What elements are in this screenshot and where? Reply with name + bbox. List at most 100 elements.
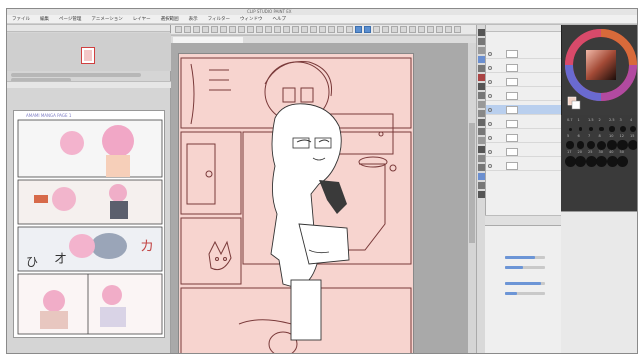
command-button[interactable] <box>301 26 308 33</box>
layer-row[interactable] <box>486 91 562 101</box>
tool-property-row[interactable] <box>563 216 637 223</box>
tool-property-row[interactable] <box>563 280 637 287</box>
brush-size-preset[interactable] <box>588 126 594 132</box>
command-button[interactable] <box>265 26 272 33</box>
tool-property-row[interactable] <box>563 320 637 327</box>
command-button[interactable] <box>391 26 398 33</box>
tool-property-row[interactable] <box>563 232 637 239</box>
layer-row[interactable] <box>486 119 562 129</box>
brush-size-preset[interactable] <box>568 127 572 131</box>
tool-icon[interactable] <box>478 74 485 81</box>
menu-item[interactable]: ファイル <box>7 16 35 22</box>
brush-size-preset[interactable] <box>564 155 576 167</box>
menu-item[interactable]: レイヤー <box>128 16 156 22</box>
tool-property-row[interactable] <box>563 296 637 303</box>
command-button[interactable] <box>418 26 425 33</box>
brush-size-preset[interactable] <box>617 155 628 167</box>
eye-icon[interactable] <box>488 164 492 168</box>
command-button[interactable] <box>238 26 245 33</box>
command-button[interactable] <box>409 26 416 33</box>
menu-item[interactable]: アニメーション <box>86 16 127 22</box>
tool-icon[interactable] <box>478 155 485 162</box>
command-button[interactable] <box>427 26 434 33</box>
tool-property-row[interactable] <box>563 224 637 231</box>
layer-row[interactable] <box>486 161 562 171</box>
tool-property-row[interactable] <box>563 344 637 351</box>
brush-size-preset[interactable] <box>606 155 618 167</box>
brush-size-preset[interactable] <box>596 155 607 167</box>
size-slider[interactable] <box>505 266 545 269</box>
tool-icon[interactable] <box>478 29 485 36</box>
command-button[interactable] <box>436 26 443 33</box>
brush-size-preset[interactable] <box>617 139 628 151</box>
command-button[interactable] <box>220 26 227 33</box>
brush-size-preset[interactable] <box>576 141 585 149</box>
eye-icon[interactable] <box>488 80 492 84</box>
eye-icon[interactable] <box>488 108 492 112</box>
menu-item[interactable]: ページ管理 <box>54 16 86 22</box>
tool-property-row[interactable] <box>563 336 637 343</box>
sub-view-reference[interactable]: AMAMI MANGA PAGE 1 カ オ ひ <box>13 110 165 338</box>
command-button[interactable] <box>184 26 191 33</box>
tool-icon[interactable] <box>478 146 485 153</box>
tool-property-row[interactable] <box>563 248 637 255</box>
eye-icon[interactable] <box>488 136 492 140</box>
command-button[interactable] <box>310 26 317 33</box>
eye-icon[interactable] <box>488 122 492 126</box>
command-button[interactable] <box>355 26 362 33</box>
eye-icon[interactable] <box>488 66 492 70</box>
scrollbar-thumb[interactable] <box>469 123 475 243</box>
command-button[interactable] <box>283 26 290 33</box>
canvas-area[interactable] <box>171 43 476 353</box>
color-wheel[interactable] <box>562 25 638 115</box>
tool-icon[interactable] <box>478 65 485 72</box>
command-button[interactable] <box>445 26 452 33</box>
opacity-slider[interactable] <box>505 256 545 259</box>
tool-icon[interactable] <box>478 164 485 171</box>
command-button[interactable] <box>454 26 461 33</box>
tool-property-row[interactable] <box>563 240 637 247</box>
brush-size-preset[interactable] <box>585 155 597 167</box>
tool-property-row[interactable] <box>563 328 637 335</box>
tool-property-row[interactable] <box>563 312 637 319</box>
brush-size-preset[interactable] <box>578 127 583 131</box>
command-button[interactable] <box>202 26 209 33</box>
command-button[interactable] <box>193 26 200 33</box>
tool-icon[interactable] <box>478 173 485 180</box>
command-button[interactable] <box>400 26 407 33</box>
command-button[interactable] <box>211 26 218 33</box>
command-button[interactable] <box>364 26 371 33</box>
density-slider[interactable] <box>505 282 545 285</box>
layer-row[interactable] <box>486 105 562 115</box>
tool-icon[interactable] <box>478 101 485 108</box>
brush-size-preset[interactable] <box>597 140 606 150</box>
navigator-view[interactable] <box>7 33 171 71</box>
brush-size-preset[interactable] <box>609 126 615 132</box>
menu-item[interactable]: フィルター <box>203 16 235 22</box>
layer-row[interactable] <box>486 49 562 59</box>
layer-row[interactable] <box>486 63 562 73</box>
navigator-zoom-slider[interactable] <box>11 73 141 77</box>
brush-size-preset[interactable] <box>599 126 604 132</box>
layer-row[interactable] <box>486 133 562 143</box>
tool-icon[interactable] <box>478 191 485 198</box>
tool-property-row[interactable] <box>563 264 637 271</box>
stabilization-slider[interactable] <box>505 292 545 295</box>
brush-size-preset[interactable] <box>575 155 586 167</box>
command-button[interactable] <box>346 26 353 33</box>
eye-icon[interactable] <box>488 94 492 98</box>
tool-icon[interactable] <box>478 119 485 126</box>
menu-item[interactable]: 編集 <box>35 16 54 22</box>
tool-property-row[interactable] <box>563 272 637 279</box>
canvas-vertical-scrollbar[interactable] <box>468 43 476 353</box>
command-button[interactable] <box>328 26 335 33</box>
eye-icon[interactable] <box>488 150 492 154</box>
tool-icon[interactable] <box>478 137 485 144</box>
tool-icon[interactable] <box>478 92 485 99</box>
brush-size-preset[interactable] <box>586 140 596 150</box>
tool-icon[interactable] <box>478 110 485 117</box>
tool-icon[interactable] <box>478 182 485 189</box>
manga-page-canvas[interactable] <box>178 53 414 353</box>
command-button[interactable] <box>382 26 389 33</box>
brush-size-preset[interactable] <box>627 139 637 151</box>
